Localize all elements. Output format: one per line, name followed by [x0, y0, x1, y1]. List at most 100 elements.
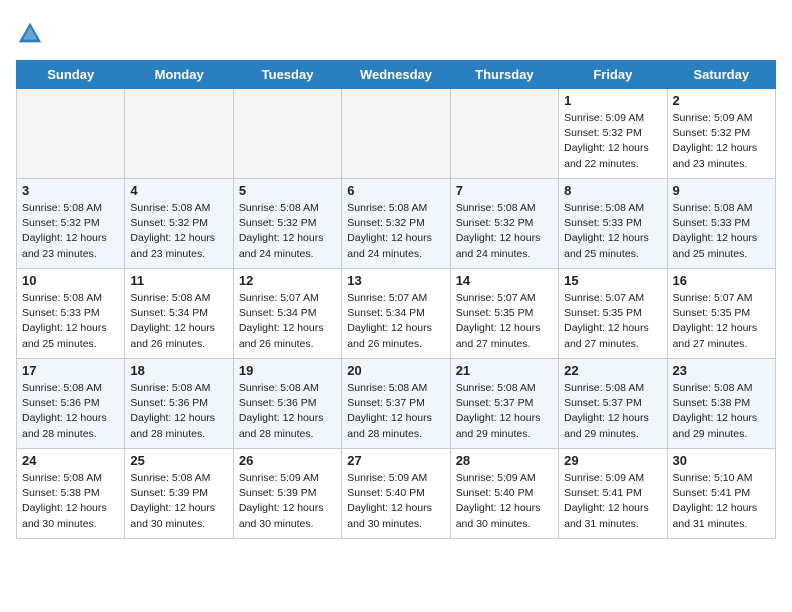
- calendar: SundayMondayTuesdayWednesdayThursdayFrid…: [16, 60, 776, 539]
- calendar-week-3: 10 Sunrise: 5:08 AM Sunset: 5:33 PM Dayli…: [17, 269, 776, 359]
- logo-icon: [16, 20, 44, 48]
- calendar-cell: 26 Sunrise: 5:09 AM Sunset: 5:39 PM Dayli…: [233, 449, 341, 539]
- calendar-cell: 15 Sunrise: 5:07 AM Sunset: 5:35 PM Dayli…: [559, 269, 667, 359]
- day-info: Sunrise: 5:09 AM Sunset: 5:40 PM Dayligh…: [456, 471, 553, 532]
- day-header-friday: Friday: [559, 61, 667, 89]
- day-info: Sunrise: 5:07 AM Sunset: 5:34 PM Dayligh…: [239, 291, 336, 352]
- day-info: Sunrise: 5:07 AM Sunset: 5:34 PM Dayligh…: [347, 291, 444, 352]
- day-number: 27: [347, 453, 444, 468]
- calendar-cell: [233, 89, 341, 179]
- calendar-cell: 27 Sunrise: 5:09 AM Sunset: 5:40 PM Dayli…: [342, 449, 450, 539]
- day-number: 26: [239, 453, 336, 468]
- day-number: 8: [564, 183, 661, 198]
- day-number: 30: [673, 453, 770, 468]
- day-number: 18: [130, 363, 227, 378]
- day-number: 14: [456, 273, 553, 288]
- day-header-saturday: Saturday: [667, 61, 775, 89]
- day-info: Sunrise: 5:08 AM Sunset: 5:37 PM Dayligh…: [456, 381, 553, 442]
- day-info: Sunrise: 5:08 AM Sunset: 5:33 PM Dayligh…: [22, 291, 119, 352]
- day-number: 22: [564, 363, 661, 378]
- calendar-cell: 16 Sunrise: 5:07 AM Sunset: 5:35 PM Dayli…: [667, 269, 775, 359]
- day-number: 23: [673, 363, 770, 378]
- day-number: 29: [564, 453, 661, 468]
- day-info: Sunrise: 5:09 AM Sunset: 5:40 PM Dayligh…: [347, 471, 444, 532]
- calendar-header-row: SundayMondayTuesdayWednesdayThursdayFrid…: [17, 61, 776, 89]
- calendar-cell: 6 Sunrise: 5:08 AM Sunset: 5:32 PM Daylig…: [342, 179, 450, 269]
- day-number: 10: [22, 273, 119, 288]
- day-number: 4: [130, 183, 227, 198]
- calendar-cell: 4 Sunrise: 5:08 AM Sunset: 5:32 PM Daylig…: [125, 179, 233, 269]
- calendar-cell: [342, 89, 450, 179]
- calendar-cell: [125, 89, 233, 179]
- day-number: 2: [673, 93, 770, 108]
- calendar-cell: [450, 89, 558, 179]
- day-info: Sunrise: 5:08 AM Sunset: 5:37 PM Dayligh…: [347, 381, 444, 442]
- calendar-cell: 20 Sunrise: 5:08 AM Sunset: 5:37 PM Dayli…: [342, 359, 450, 449]
- calendar-cell: 9 Sunrise: 5:08 AM Sunset: 5:33 PM Daylig…: [667, 179, 775, 269]
- calendar-cell: 18 Sunrise: 5:08 AM Sunset: 5:36 PM Dayli…: [125, 359, 233, 449]
- calendar-cell: 11 Sunrise: 5:08 AM Sunset: 5:34 PM Dayli…: [125, 269, 233, 359]
- day-info: Sunrise: 5:08 AM Sunset: 5:38 PM Dayligh…: [22, 471, 119, 532]
- day-number: 7: [456, 183, 553, 198]
- logo: [16, 16, 48, 48]
- day-info: Sunrise: 5:09 AM Sunset: 5:39 PM Dayligh…: [239, 471, 336, 532]
- calendar-cell: 8Sunrise: 5:08 AM Sunset: 5:33 PM Daylig…: [559, 179, 667, 269]
- day-info: Sunrise: 5:08 AM Sunset: 5:32 PM Dayligh…: [22, 201, 119, 262]
- calendar-cell: 21 Sunrise: 5:08 AM Sunset: 5:37 PM Dayli…: [450, 359, 558, 449]
- day-info: Sunrise: 5:08 AM Sunset: 5:32 PM Dayligh…: [239, 201, 336, 262]
- day-info: Sunrise: 5:07 AM Sunset: 5:35 PM Dayligh…: [673, 291, 770, 352]
- calendar-cell: 10 Sunrise: 5:08 AM Sunset: 5:33 PM Dayli…: [17, 269, 125, 359]
- calendar-cell: 30 Sunrise: 5:10 AM Sunset: 5:41 PM Dayli…: [667, 449, 775, 539]
- day-info: Sunrise: 5:08 AM Sunset: 5:34 PM Dayligh…: [130, 291, 227, 352]
- calendar-week-5: 24Sunrise: 5:08 AM Sunset: 5:38 PM Dayli…: [17, 449, 776, 539]
- day-number: 6: [347, 183, 444, 198]
- day-info: Sunrise: 5:08 AM Sunset: 5:36 PM Dayligh…: [130, 381, 227, 442]
- day-header-monday: Monday: [125, 61, 233, 89]
- day-number: 20: [347, 363, 444, 378]
- calendar-cell: 3 Sunrise: 5:08 AM Sunset: 5:32 PM Daylig…: [17, 179, 125, 269]
- day-number: 21: [456, 363, 553, 378]
- day-info: Sunrise: 5:08 AM Sunset: 5:32 PM Dayligh…: [456, 201, 553, 262]
- day-number: 19: [239, 363, 336, 378]
- day-info: Sunrise: 5:08 AM Sunset: 5:32 PM Dayligh…: [347, 201, 444, 262]
- day-number: 3: [22, 183, 119, 198]
- day-info: Sunrise: 5:09 AM Sunset: 5:32 PM Dayligh…: [673, 111, 770, 172]
- calendar-cell: 7 Sunrise: 5:08 AM Sunset: 5:32 PM Daylig…: [450, 179, 558, 269]
- day-info: Sunrise: 5:08 AM Sunset: 5:36 PM Dayligh…: [239, 381, 336, 442]
- day-info: Sunrise: 5:08 AM Sunset: 5:39 PM Dayligh…: [130, 471, 227, 532]
- day-number: 13: [347, 273, 444, 288]
- day-info: Sunrise: 5:08 AM Sunset: 5:33 PM Dayligh…: [673, 201, 770, 262]
- day-info: Sunrise: 5:09 AM Sunset: 5:41 PM Dayligh…: [564, 471, 661, 532]
- day-info: Sunrise: 5:08 AM Sunset: 5:37 PM Dayligh…: [564, 381, 661, 442]
- day-info: Sunrise: 5:10 AM Sunset: 5:41 PM Dayligh…: [673, 471, 770, 532]
- day-number: 16: [673, 273, 770, 288]
- calendar-cell: 24Sunrise: 5:08 AM Sunset: 5:38 PM Dayli…: [17, 449, 125, 539]
- calendar-cell: 1 Sunrise: 5:09 AM Sunset: 5:32 PM Daylig…: [559, 89, 667, 179]
- day-number: 9: [673, 183, 770, 198]
- day-header-thursday: Thursday: [450, 61, 558, 89]
- day-info: Sunrise: 5:09 AM Sunset: 5:32 PM Dayligh…: [564, 111, 661, 172]
- calendar-week-2: 3 Sunrise: 5:08 AM Sunset: 5:32 PM Daylig…: [17, 179, 776, 269]
- calendar-cell: 25Sunrise: 5:08 AM Sunset: 5:39 PM Dayli…: [125, 449, 233, 539]
- day-number: 11: [130, 273, 227, 288]
- day-number: 28: [456, 453, 553, 468]
- calendar-cell: 17Sunrise: 5:08 AM Sunset: 5:36 PM Dayli…: [17, 359, 125, 449]
- calendar-cell: 28 Sunrise: 5:09 AM Sunset: 5:40 PM Dayli…: [450, 449, 558, 539]
- calendar-cell: 2 Sunrise: 5:09 AM Sunset: 5:32 PM Daylig…: [667, 89, 775, 179]
- day-number: 1: [564, 93, 661, 108]
- day-header-tuesday: Tuesday: [233, 61, 341, 89]
- day-info: Sunrise: 5:07 AM Sunset: 5:35 PM Dayligh…: [456, 291, 553, 352]
- day-info: Sunrise: 5:08 AM Sunset: 5:36 PM Dayligh…: [22, 381, 119, 442]
- day-info: Sunrise: 5:07 AM Sunset: 5:35 PM Dayligh…: [564, 291, 661, 352]
- calendar-cell: [17, 89, 125, 179]
- calendar-week-1: 1 Sunrise: 5:09 AM Sunset: 5:32 PM Daylig…: [17, 89, 776, 179]
- day-number: 15: [564, 273, 661, 288]
- calendar-cell: 13 Sunrise: 5:07 AM Sunset: 5:34 PM Dayli…: [342, 269, 450, 359]
- day-info: Sunrise: 5:08 AM Sunset: 5:32 PM Dayligh…: [130, 201, 227, 262]
- day-info: Sunrise: 5:08 AM Sunset: 5:38 PM Dayligh…: [673, 381, 770, 442]
- calendar-cell: 22 Sunrise: 5:08 AM Sunset: 5:37 PM Dayli…: [559, 359, 667, 449]
- day-number: 5: [239, 183, 336, 198]
- day-header-wednesday: Wednesday: [342, 61, 450, 89]
- calendar-cell: 14 Sunrise: 5:07 AM Sunset: 5:35 PM Dayli…: [450, 269, 558, 359]
- calendar-cell: 23 Sunrise: 5:08 AM Sunset: 5:38 PM Dayli…: [667, 359, 775, 449]
